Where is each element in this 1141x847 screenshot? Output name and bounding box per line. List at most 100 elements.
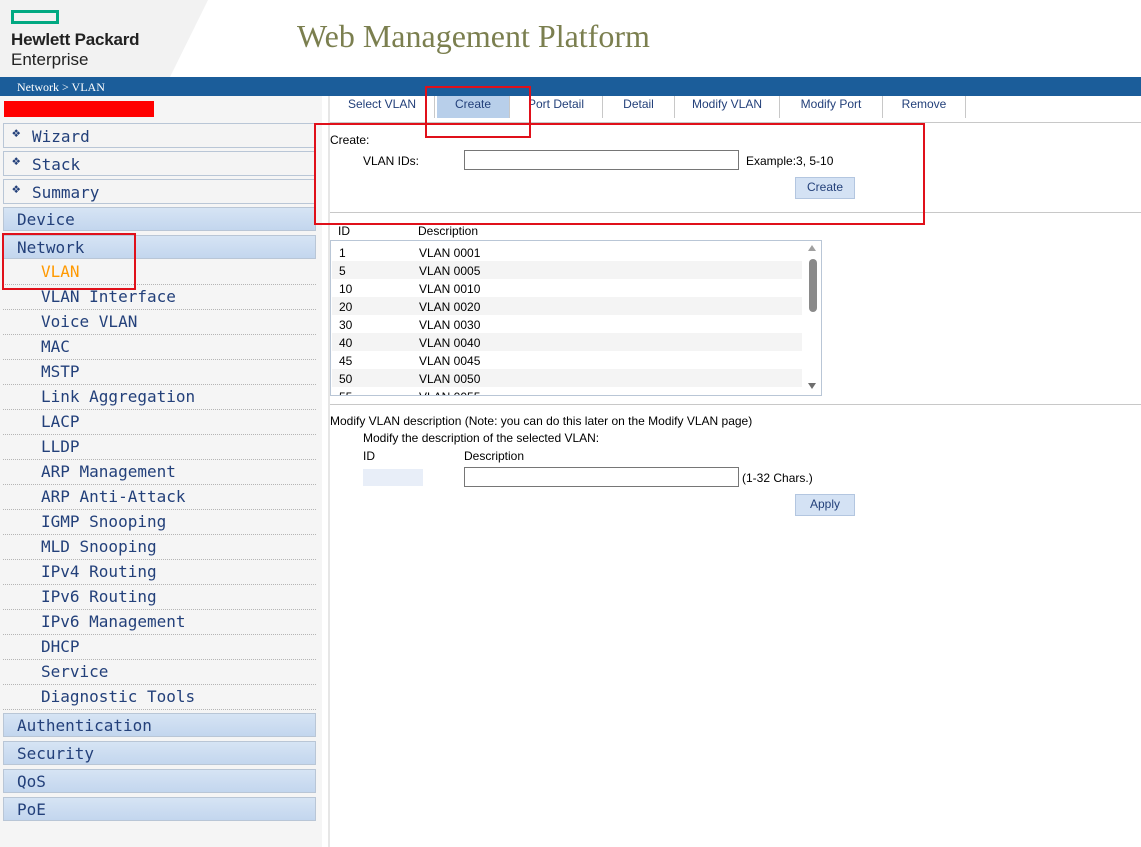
sidebar-item-link-aggregation[interactable]: Link Aggregation: [3, 385, 316, 410]
sidebar-item-diagnostic-tools[interactable]: Diagnostic Tools: [3, 685, 316, 710]
sidebar-item-label: Voice VLAN: [41, 312, 138, 331]
table-row[interactable]: 45 VLAN 0045: [332, 351, 802, 369]
vlan-list[interactable]: 1 VLAN 0001 5 VLAN 0005 10 VLAN 0010 20 VLAN 00…: [330, 240, 822, 396]
vlan-description-cell: VLAN 0005: [419, 264, 481, 278]
vlan-description-cell: VLAN 0010: [419, 282, 481, 296]
sidebar-category-device[interactable]: Device: [3, 207, 316, 231]
scroll-thumb[interactable]: [809, 259, 817, 312]
sidebar-item-ipv6-routing[interactable]: IPv6 Routing: [3, 585, 316, 610]
modify-header-description: Description: [464, 449, 525, 463]
sidebar-item-mld-snooping[interactable]: MLD Snooping: [3, 535, 316, 560]
modify-section-subheading: Modify the description of the selected V…: [363, 431, 600, 445]
vlan-id-cell: 30: [339, 318, 353, 332]
sidebar-category-poe[interactable]: PoE: [3, 797, 316, 821]
table-row[interactable]: 55 VLAN 0055: [332, 387, 802, 395]
sidebar-item-summary[interactable]: ❖ Summary: [3, 179, 316, 204]
sidebar-item-label: MSTP: [41, 362, 80, 381]
tab-remove[interactable]: Remove: [883, 96, 966, 118]
sidebar-item-arp-anti-attack[interactable]: ARP Anti-Attack: [3, 485, 316, 510]
diamond-icon: ❖: [12, 125, 21, 141]
sidebar-item-wizard[interactable]: ❖ Wizard: [3, 123, 316, 148]
vlan-description-cell: VLAN 0030: [419, 318, 481, 332]
scroll-down-icon[interactable]: [808, 383, 816, 389]
sidebar-item-label: ARP Anti-Attack: [41, 487, 186, 506]
sidebar-item-stack[interactable]: ❖ Stack: [3, 151, 316, 176]
tab-label: Modify VLAN: [691, 97, 763, 111]
vlan-id-cell: 55: [339, 390, 352, 395]
vlan-table-header-id: ID: [338, 224, 350, 238]
vlan-id-cell: 40: [339, 336, 353, 350]
table-row[interactable]: 10 VLAN 0010: [332, 279, 802, 297]
selected-vlan-id: [363, 469, 423, 486]
tab-detail[interactable]: Detail: [603, 96, 675, 118]
tab-label: Select VLAN: [347, 97, 417, 111]
diamond-icon: ❖: [12, 153, 21, 169]
logo-text-line1: Hewlett Packard: [11, 30, 140, 49]
sidebar-item-lacp[interactable]: LACP: [3, 410, 316, 435]
sidebar-item-ipv4-routing[interactable]: IPv4 Routing: [3, 560, 316, 585]
sidebar-category-security[interactable]: Security: [3, 741, 316, 765]
nav-bar: Network > VLAN: [0, 77, 1141, 96]
vlan-description-cell: VLAN 0045: [419, 354, 481, 368]
table-row[interactable]: 5 VLAN 0005: [332, 261, 802, 279]
description-length-hint: (1-32 Chars.): [742, 471, 813, 485]
sidebar-item-label: DHCP: [41, 637, 80, 656]
sidebar-item-label: Service: [41, 662, 109, 681]
sidebar-item-lldp[interactable]: LLDP: [3, 435, 316, 460]
vlan-description-input[interactable]: [464, 467, 739, 487]
sidebar-category-authentication[interactable]: Authentication: [3, 713, 316, 737]
vlan-id-cell: 50: [339, 372, 353, 386]
table-row[interactable]: 30 VLAN 0030: [332, 315, 802, 333]
table-row[interactable]: 20 VLAN 0020: [332, 297, 802, 315]
sidebar-item-label: Wizard: [32, 127, 90, 146]
tab-modify-port[interactable]: Modify Port: [780, 96, 883, 118]
sidebar-category-label: Device: [17, 210, 75, 229]
vlan-description-cell: VLAN 0001: [419, 246, 481, 260]
sidebar-item-ipv6-management[interactable]: IPv6 Management: [3, 610, 316, 635]
sidebar-item-label: Summary: [32, 183, 100, 202]
sidebar-item-label: Link Aggregation: [41, 387, 196, 406]
annotation-box-create-section: [314, 123, 925, 225]
sidebar-category-qos[interactable]: QoS: [3, 769, 316, 793]
vlan-id-cell: 10: [339, 282, 353, 296]
sidebar-item-label: Diagnostic Tools: [41, 687, 196, 706]
sidebar-item-arp-management[interactable]: ARP Management: [3, 460, 316, 485]
redacted-banner: [4, 101, 154, 117]
page-title: Web Management Platform: [297, 18, 650, 54]
vlan-id-cell: 1: [339, 246, 346, 260]
scroll-up-icon[interactable]: [808, 245, 816, 251]
sidebar-category-label: PoE: [17, 800, 46, 819]
sidebar-item-label: LACP: [41, 412, 80, 431]
vlan-id-cell: 20: [339, 300, 353, 314]
sidebar-item-label: IPv6 Management: [41, 612, 186, 631]
sidebar-item-mac[interactable]: MAC: [3, 335, 316, 360]
sidebar-category-label: Authentication: [17, 716, 152, 735]
tab-label: Detail: [623, 97, 654, 111]
annotation-box-network-vlan: [2, 233, 136, 290]
apply-button[interactable]: Apply: [795, 494, 855, 516]
sidebar-item-mstp[interactable]: MSTP: [3, 360, 316, 385]
sidebar-item-voice-vlan[interactable]: Voice VLAN: [3, 310, 316, 335]
sidebar-item-label: ARP Management: [41, 462, 176, 481]
sidebar-item-service[interactable]: Service: [3, 660, 316, 685]
sidebar-item-igmp-snooping[interactable]: IGMP Snooping: [3, 510, 316, 535]
sidebar-item-label: Stack: [32, 155, 81, 174]
sidebar-item-label: MAC: [41, 337, 70, 356]
sidebar-category-label: QoS: [17, 772, 46, 791]
page-header: Hewlett Packard Enterprise Web Managemen…: [0, 0, 1141, 77]
tab-label: Modify Port: [800, 97, 862, 111]
vlan-table-header-description: Description: [418, 224, 479, 238]
table-row[interactable]: 1 VLAN 0001: [332, 243, 802, 261]
table-row[interactable]: 40 VLAN 0040: [332, 333, 802, 351]
tab-label: Remove: [901, 97, 947, 111]
diamond-icon: ❖: [12, 181, 21, 197]
table-row[interactable]: 50 VLAN 0050: [332, 369, 802, 387]
tab-modify-vlan[interactable]: Modify VLAN: [675, 96, 780, 118]
tab-select-vlan[interactable]: Select VLAN: [330, 96, 435, 118]
tab-label: Port Detail: [527, 97, 585, 111]
hpe-logo-icon: [11, 10, 59, 24]
vlan-id-cell: 5: [339, 264, 346, 278]
vlan-description-cell: VLAN 0020: [419, 300, 481, 314]
sidebar-item-dhcp[interactable]: DHCP: [3, 635, 316, 660]
vlan-list-scrollbar[interactable]: [804, 241, 821, 395]
